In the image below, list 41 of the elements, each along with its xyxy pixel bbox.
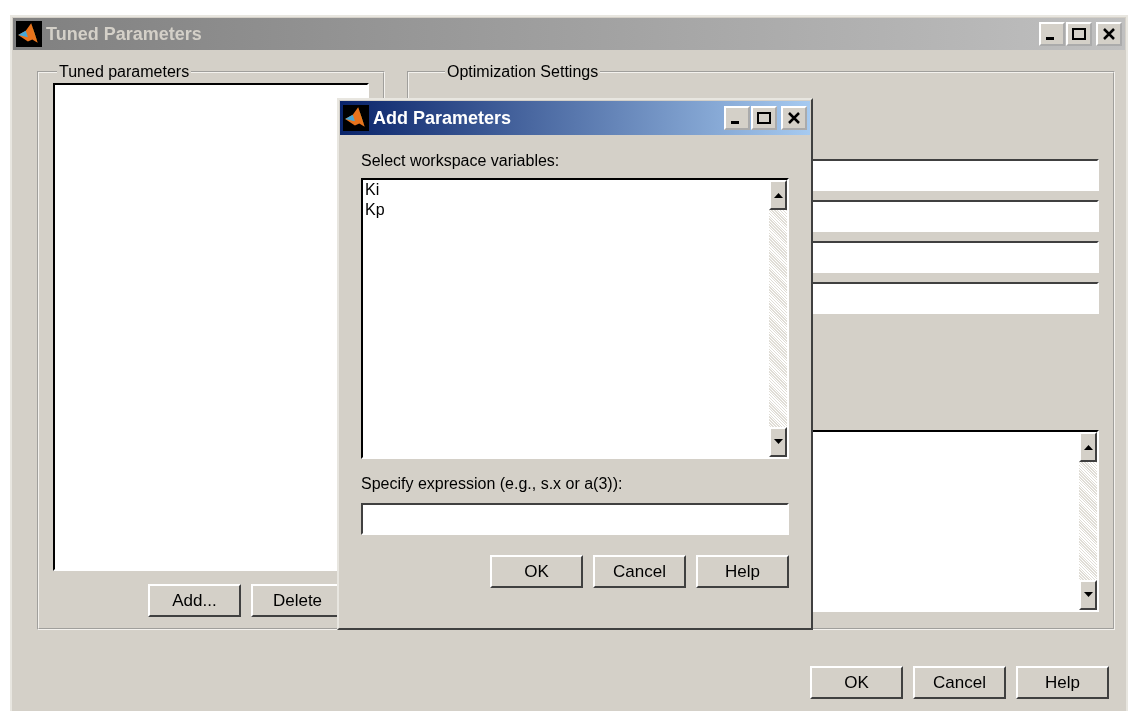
maximize-icon [757, 112, 771, 124]
app-logo-icon [343, 105, 369, 131]
scroll-up-button[interactable] [769, 180, 787, 210]
window-title: Add Parameters [373, 107, 513, 129]
field-label: Specify expression (e.g., s.x or a(3)): [361, 475, 624, 493]
dialog-button[interactable]: Cancel [913, 666, 1006, 699]
scrollbar[interactable] [1079, 432, 1097, 610]
minimize-icon [731, 121, 739, 124]
dialog-button[interactable]: Cancel [593, 555, 686, 588]
minimize-button[interactable] [1039, 22, 1065, 46]
down-arrow-icon [773, 439, 783, 445]
up-arrow-icon [1083, 444, 1093, 450]
maximize-button[interactable] [751, 106, 777, 130]
scroll-down-button[interactable] [769, 427, 787, 457]
list-item[interactable]: Kp [363, 200, 387, 220]
scroll-down-button[interactable] [1079, 580, 1097, 610]
group-button[interactable]: Add... [148, 584, 241, 617]
variable-list[interactable]: Ki Kp [361, 178, 789, 459]
close-icon [787, 112, 801, 124]
window-title: Tuned Parameters [46, 23, 203, 45]
close-icon [1102, 28, 1116, 40]
minimize-icon [1046, 37, 1054, 40]
minimize-button[interactable] [724, 106, 750, 130]
maximize-button[interactable] [1066, 22, 1092, 46]
close-button[interactable] [1096, 22, 1122, 46]
dialog-button[interactable]: OK [490, 555, 583, 588]
list-label: Select workspace variables: [361, 152, 561, 170]
dialog-button[interactable]: Help [1016, 666, 1109, 699]
maximize-icon [1072, 28, 1086, 40]
app-logo-icon [16, 21, 42, 47]
group-title: Optimization Settings [446, 63, 600, 81]
dialog-button[interactable]: Help [696, 555, 789, 588]
down-arrow-icon [1083, 592, 1093, 598]
dialog-button[interactable]: OK [810, 666, 903, 699]
input-field[interactable] [361, 503, 789, 535]
group-title: Tuned parameters [58, 63, 191, 81]
scroll-up-button[interactable] [1079, 432, 1097, 462]
scrollbar[interactable] [769, 180, 787, 457]
up-arrow-icon [773, 192, 783, 198]
close-button[interactable] [781, 106, 807, 130]
list-item[interactable]: Ki [363, 180, 382, 200]
